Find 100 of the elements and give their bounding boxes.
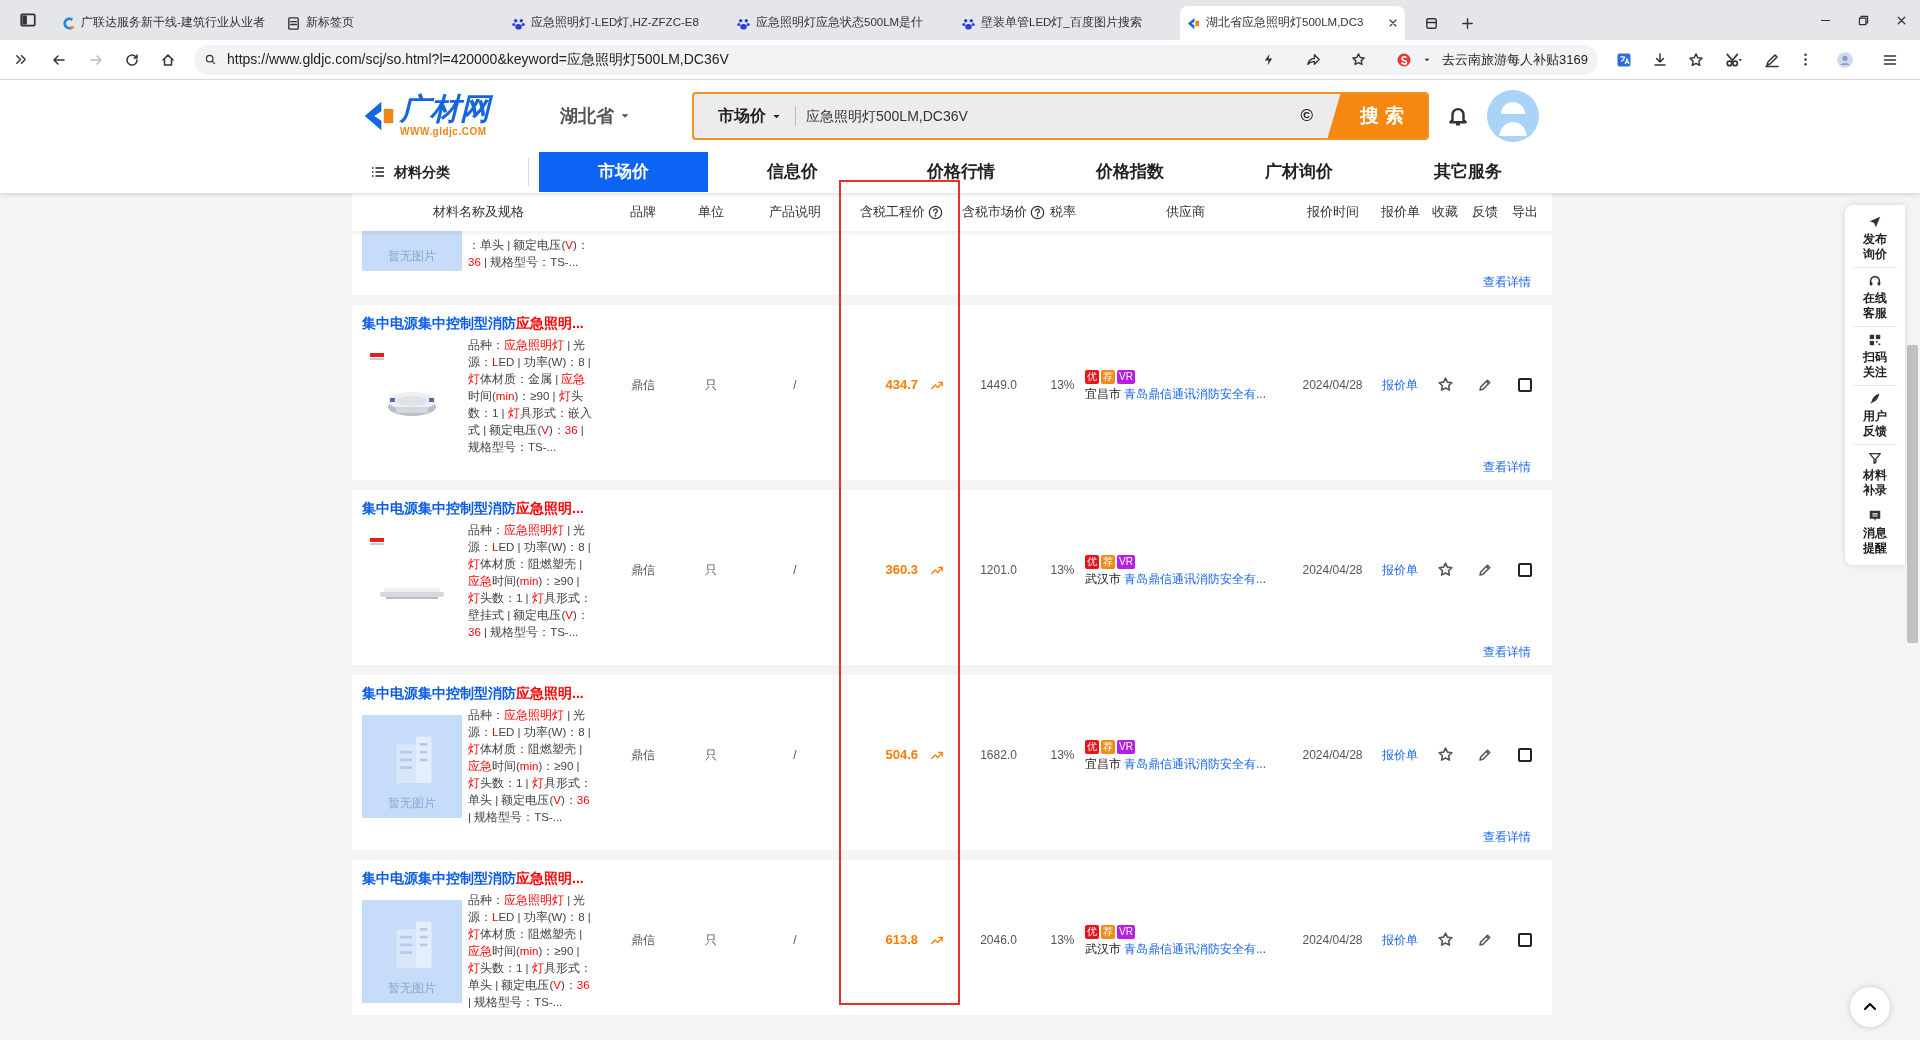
browser-tab[interactable]: 应急照明灯应急状态500LM是什 [730, 6, 955, 40]
nav-tab[interactable]: 市场价 [538, 152, 708, 192]
profile-icon[interactable] [1836, 50, 1854, 69]
quote-link[interactable]: 报价单 [1382, 377, 1418, 392]
search-field[interactable]: 应急照明灯500LM,DC36V [796, 105, 1301, 127]
nav-tab[interactable]: 价格行情 [876, 152, 1046, 192]
star-icon[interactable] [1436, 931, 1454, 948]
supplier-link[interactable]: 青岛鼎信通讯消防安全有... [1124, 754, 1266, 773]
bell-icon[interactable] [1447, 105, 1469, 127]
product-title-link[interactable]: 集中电源集中控制型消防应急照明... [362, 870, 584, 886]
sidebar-item[interactable]: 在线客服 [1862, 291, 1888, 321]
browser-tab[interactable]: 壁装单管LED灯_百度图片搜索 [955, 6, 1180, 40]
sidebar-item[interactable]: 发布询价 [1862, 232, 1888, 262]
nav-tab[interactable]: 广材询价 [1214, 152, 1384, 192]
product-title-link[interactable]: 集中电源集中控制型消防应急照明... [362, 685, 584, 701]
browser-tab[interactable]: 湖北省应急照明灯500LM,DC3 [1180, 6, 1405, 40]
quote-link[interactable]: 报价单 [1382, 932, 1418, 947]
column-header: 报价单 [1380, 203, 1420, 222]
supplier-tag: VR [1117, 924, 1135, 939]
download-icon[interactable] [1652, 51, 1668, 68]
reload-icon[interactable] [124, 51, 140, 68]
nav-tab[interactable]: 价格指数 [1045, 152, 1215, 192]
checkbox[interactable] [1518, 747, 1532, 762]
quote-link[interactable]: 报价单 [1382, 562, 1418, 577]
chevrons-icon[interactable] [13, 52, 29, 67]
engineering-price: 613.8 [885, 930, 918, 949]
region-selector[interactable]: 湖北省 [560, 102, 632, 130]
supplier-link[interactable]: 青岛鼎信通讯消防安全有... [1124, 569, 1266, 588]
s-logo-icon[interactable] [1396, 51, 1413, 68]
scrollbar-thumb[interactable] [1907, 345, 1918, 643]
brand-cell: 鼎信 [631, 747, 655, 762]
spec-text: 品种：应急照明灯 | 光源：LED | 功率(W)：8 | 灯体材质：阻燃塑壳 | 应急时间(min)：≥90 | 灯头数：1 | 灯具形式：单头 | 额定电压(V)：36 | 规格型号：TS-... [468, 708, 593, 825]
promo-text[interactable]: 去云南旅游每人补贴3169 [1442, 49, 1588, 70]
column-header: 收藏 [1432, 203, 1458, 222]
checkbox[interactable] [1518, 562, 1532, 577]
pen-icon[interactable] [1764, 51, 1780, 68]
funnel-icon[interactable] [1868, 451, 1882, 465]
qr-code-icon[interactable] [1868, 333, 1882, 347]
window-icon[interactable] [18, 11, 37, 29]
category-menu[interactable]: 材料分类 [352, 158, 529, 186]
column-header: 含税市场价 [962, 203, 1027, 222]
share-icon[interactable] [1306, 52, 1322, 67]
nav-tab[interactable]: 其它服务 [1383, 152, 1553, 192]
pencil-icon[interactable] [1477, 376, 1493, 393]
supplier-tag: 优 [1085, 554, 1099, 569]
unit-cell: 只 [705, 932, 717, 947]
translate-icon[interactable] [1616, 51, 1632, 68]
checkbox[interactable] [1518, 377, 1532, 392]
supplier-link[interactable]: 青岛鼎信通讯消防安全有... [1124, 384, 1266, 403]
pencil-icon[interactable] [1477, 931, 1493, 948]
sidebar-item[interactable]: 材料补录 [1862, 468, 1888, 498]
message-icon[interactable] [1868, 509, 1882, 523]
column-header: 税率 [1049, 203, 1076, 222]
details-link[interactable]: 查看详情 [1483, 830, 1531, 844]
clear-symbol[interactable]: © [1300, 103, 1313, 129]
tax-rate: 13% [1050, 747, 1075, 762]
details-link[interactable]: 查看详情 [1483, 275, 1531, 289]
star-icon[interactable] [1436, 561, 1454, 578]
supplier-tag: 荐 [1101, 924, 1115, 939]
sidebar-item[interactable]: 扫码关注 [1862, 350, 1888, 380]
details-link[interactable]: 查看详情 [1483, 645, 1531, 659]
pen-icon[interactable] [1868, 392, 1882, 406]
description-cell: / [793, 562, 797, 577]
star-icon[interactable] [1688, 51, 1704, 68]
browser-tab[interactable]: 新标签页 [280, 6, 505, 40]
pencil-icon[interactable] [1477, 561, 1493, 578]
details-link[interactable]: 查看详情 [1483, 460, 1531, 474]
product-title-link[interactable]: 集中电源集中控制型消防应急照明... [362, 315, 584, 331]
unit-cell: 只 [705, 562, 717, 577]
spec-text: ：单头 | 额定电压(V)： 36 | 规格型号：TS-... [468, 238, 590, 270]
sidebar-item[interactable]: 消息提醒 [1862, 526, 1888, 556]
restore-icon[interactable] [1856, 13, 1870, 27]
sidebar-item[interactable]: 用户反馈 [1862, 409, 1888, 439]
star-icon[interactable] [1436, 746, 1454, 763]
supplier-link[interactable]: 青岛鼎信通讯消防安全有... [1124, 939, 1266, 958]
tax-rate: 13% [1050, 377, 1075, 392]
checkbox[interactable] [1518, 932, 1532, 947]
placeholder-label: 暂无图片 [388, 248, 436, 265]
home-icon[interactable] [160, 51, 176, 68]
tabs-icon[interactable] [1423, 15, 1439, 31]
scroll-top-button[interactable] [1850, 987, 1890, 1027]
column-header: 供应商 [1165, 203, 1205, 222]
product-title-link[interactable]: 集中电源集中控制型消防应急照明... [362, 500, 584, 516]
plus-icon[interactable] [1459, 15, 1475, 31]
help-icon[interactable] [927, 204, 943, 220]
close-icon[interactable] [1387, 17, 1399, 29]
help-icon[interactable] [1030, 204, 1045, 220]
scope-dropdown[interactable]: 市场价 [694, 106, 796, 126]
nav-tab[interactable]: 信息价 [707, 152, 877, 192]
star-icon[interactable] [1351, 52, 1367, 67]
browser-tab[interactable]: 广联达服务新干线-建筑行业从业者 [55, 6, 280, 40]
supplier-tag: 优 [1085, 739, 1099, 754]
send-icon[interactable] [1868, 215, 1882, 229]
column-header: 产品说明 [769, 203, 821, 222]
pencil-icon[interactable] [1477, 746, 1493, 763]
quote-link[interactable]: 报价单 [1382, 747, 1418, 762]
star-icon[interactable] [1436, 376, 1454, 393]
headset-icon[interactable] [1868, 274, 1882, 288]
address-field[interactable]: https://www.gldjc.com/scj/so.html?l=420000&keyword=应急照明灯500LM,DC36V [227, 49, 1252, 70]
browser-tab[interactable]: 应急照明灯-LED灯,HZ-ZFZC-E8 [505, 6, 730, 40]
